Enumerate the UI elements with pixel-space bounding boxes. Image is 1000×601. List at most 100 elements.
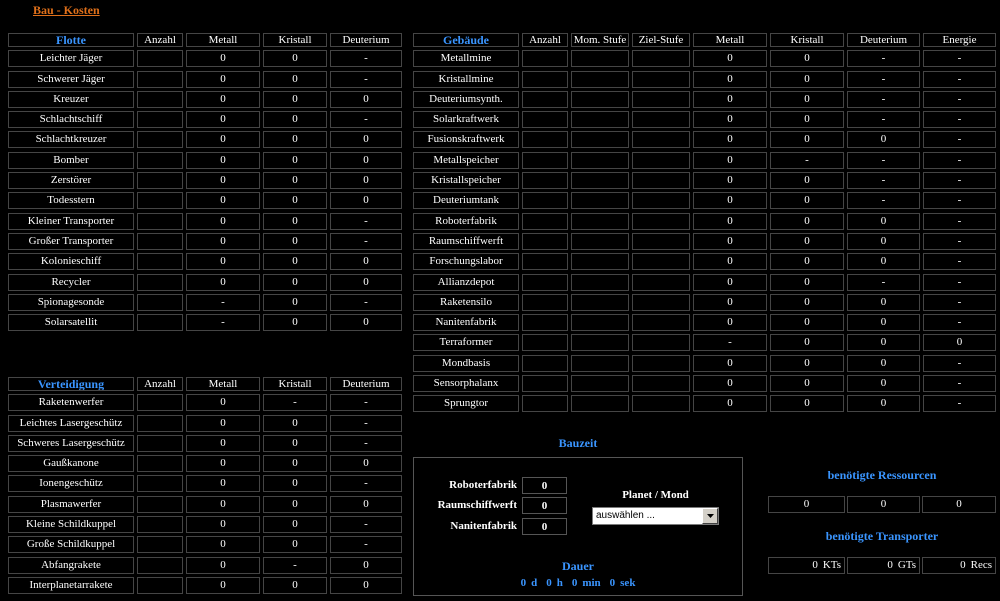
target-level-input[interactable] — [632, 334, 690, 352]
current-level-input[interactable] — [571, 172, 629, 190]
building-count-input[interactable] — [522, 90, 568, 108]
fleet-count-input[interactable] — [137, 70, 183, 88]
defense-count-input[interactable] — [137, 475, 183, 493]
fleet-count-input[interactable] — [137, 131, 183, 149]
building-count-input[interactable] — [522, 70, 568, 88]
fleet-count-input[interactable] — [137, 212, 183, 230]
building-count-input[interactable] — [522, 314, 568, 332]
fleet-count-input[interactable] — [137, 253, 183, 271]
building-count-input[interactable] — [522, 151, 568, 169]
chevron-down-icon[interactable] — [702, 508, 718, 524]
target-level-input[interactable] — [632, 70, 690, 88]
current-level-input[interactable] — [571, 50, 629, 68]
fleet-count-input[interactable] — [137, 111, 183, 129]
defense-count-input[interactable] — [137, 414, 183, 432]
current-level-input[interactable] — [571, 151, 629, 169]
current-level-input[interactable] — [571, 192, 629, 210]
crystal-cost: 0 — [263, 536, 327, 554]
metal-cost: 0 — [186, 111, 260, 129]
fleet-count-input[interactable] — [137, 90, 183, 108]
target-level-input[interactable] — [632, 314, 690, 332]
fleet-count-input[interactable] — [137, 293, 183, 311]
building-count-input[interactable] — [522, 192, 568, 210]
building-count-input[interactable] — [522, 293, 568, 311]
target-level-input[interactable] — [632, 354, 690, 372]
current-level-input[interactable] — [571, 273, 629, 291]
crystal-cost: 0 — [263, 434, 327, 452]
metal-cost: 0 — [186, 90, 260, 108]
building-count-input[interactable] — [522, 131, 568, 149]
current-level-input[interactable] — [571, 253, 629, 271]
building-count-input[interactable] — [522, 375, 568, 393]
defense-count-input[interactable] — [137, 556, 183, 574]
fleet-count-input[interactable] — [137, 50, 183, 68]
target-level-input[interactable] — [632, 253, 690, 271]
building-count-input[interactable] — [522, 172, 568, 190]
crystal-cost: 0 — [770, 354, 844, 372]
target-level-input[interactable] — [632, 395, 690, 413]
planet-moon-select[interactable]: auswählen ... — [592, 507, 719, 525]
required-resources-row: 0 0 0 — [768, 496, 996, 513]
defense-count-input[interactable] — [137, 516, 183, 534]
defense-count-input[interactable] — [137, 536, 183, 554]
building-count-input[interactable] — [522, 253, 568, 271]
current-level-input[interactable] — [571, 70, 629, 88]
current-level-input[interactable] — [571, 232, 629, 250]
metal-cost: 0 — [186, 394, 260, 412]
building-count-input[interactable] — [522, 232, 568, 250]
building-count-input[interactable] — [522, 354, 568, 372]
current-level-input[interactable] — [571, 375, 629, 393]
building-count-input[interactable] — [522, 273, 568, 291]
robot-factory-level-input[interactable] — [522, 477, 567, 494]
current-level-input[interactable] — [571, 395, 629, 413]
deuterium-cost: - — [847, 172, 920, 190]
target-level-input[interactable] — [632, 131, 690, 149]
building-count-input[interactable] — [522, 395, 568, 413]
target-level-input[interactable] — [632, 232, 690, 250]
nanite-factory-level-input[interactable] — [522, 518, 567, 535]
shipyard-level-input[interactable] — [522, 497, 567, 514]
defense-count-input[interactable] — [137, 495, 183, 513]
target-level-input[interactable] — [632, 192, 690, 210]
fleet-count-input[interactable] — [137, 151, 183, 169]
target-level-input[interactable] — [632, 172, 690, 190]
crystal-cost: 0 — [263, 172, 327, 190]
current-level-input[interactable] — [571, 293, 629, 311]
fleet-count-input[interactable] — [137, 232, 183, 250]
target-level-input[interactable] — [632, 293, 690, 311]
defense-count-input[interactable] — [137, 576, 183, 594]
current-level-input[interactable] — [571, 212, 629, 230]
fleet-count-input[interactable] — [137, 273, 183, 291]
target-level-input[interactable] — [632, 90, 690, 108]
target-level-input[interactable] — [632, 111, 690, 129]
fleet-count-input[interactable] — [137, 192, 183, 210]
crystal-cost: 0 — [263, 192, 327, 210]
deuterium-cost: 0 — [330, 556, 402, 574]
page-title[interactable]: Bau - Kosten — [33, 3, 100, 17]
crystal-cost: 0 — [263, 232, 327, 250]
fleet-count-input[interactable] — [137, 172, 183, 190]
current-level-input[interactable] — [571, 334, 629, 352]
building-count-input[interactable] — [522, 50, 568, 68]
target-level-input[interactable] — [632, 273, 690, 291]
building-count-input[interactable] — [522, 334, 568, 352]
current-level-input[interactable] — [571, 131, 629, 149]
metal-cost: 0 — [186, 70, 260, 88]
defense-count-input[interactable] — [137, 394, 183, 412]
building-item-name: Kristallspeicher — [413, 172, 519, 190]
current-level-input[interactable] — [571, 90, 629, 108]
defense-count-input[interactable] — [137, 434, 183, 452]
building-count-input[interactable] — [522, 111, 568, 129]
target-level-input[interactable] — [632, 375, 690, 393]
current-level-input[interactable] — [571, 354, 629, 372]
planet-select-value: auswählen ... — [596, 510, 655, 521]
current-level-input[interactable] — [571, 111, 629, 129]
target-level-input[interactable] — [632, 151, 690, 169]
current-level-input[interactable] — [571, 314, 629, 332]
crystal-cost: 0 — [263, 516, 327, 534]
fleet-count-input[interactable] — [137, 314, 183, 332]
building-count-input[interactable] — [522, 212, 568, 230]
defense-count-input[interactable] — [137, 455, 183, 473]
target-level-input[interactable] — [632, 50, 690, 68]
target-level-input[interactable] — [632, 212, 690, 230]
